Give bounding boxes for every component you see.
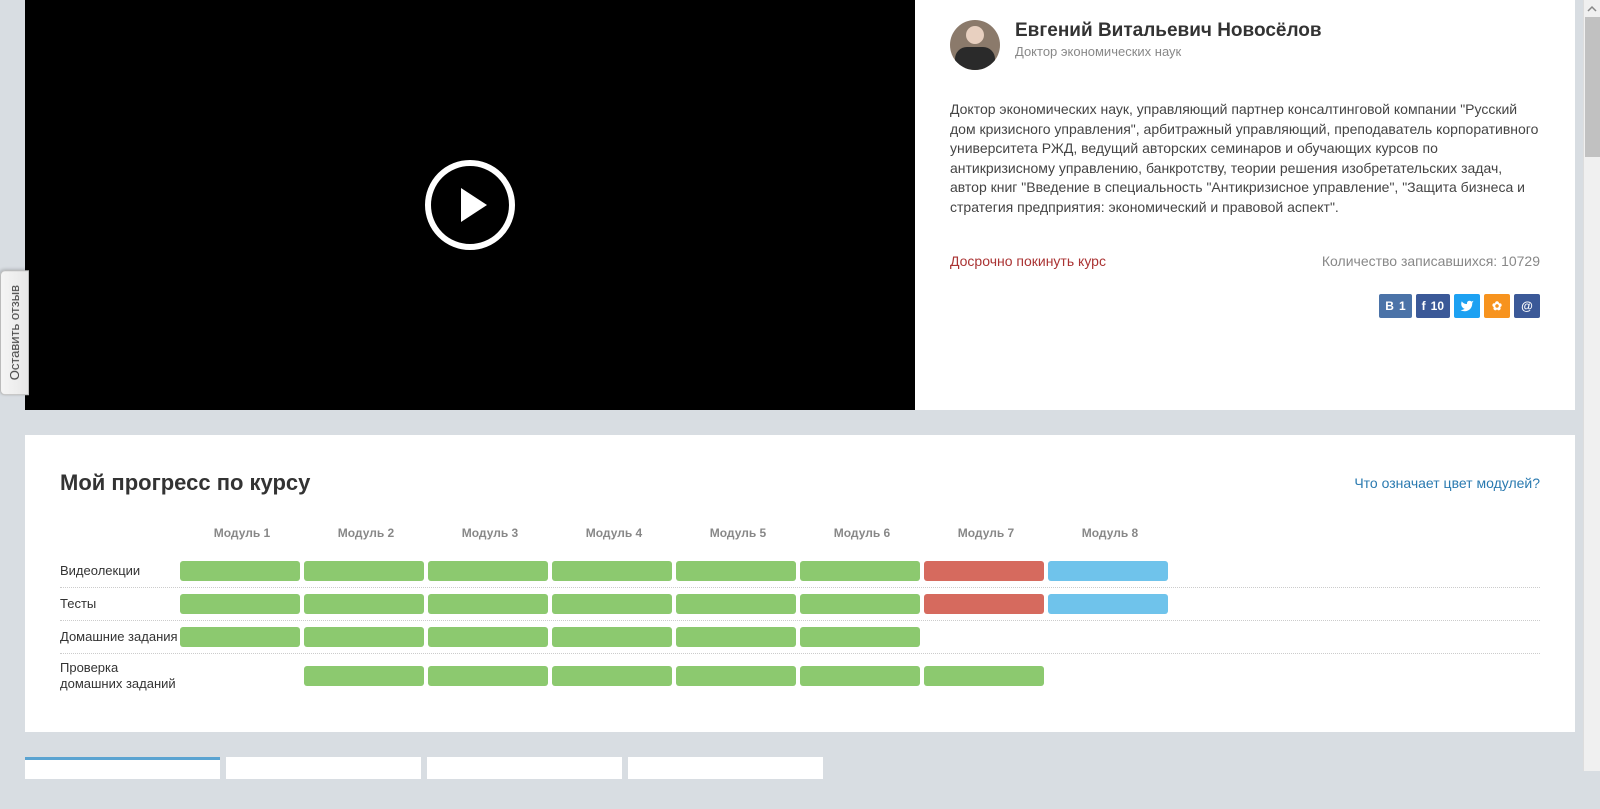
facebook-icon: f [1422,299,1426,313]
feedback-tab[interactable]: Оставить отзыв [0,270,29,395]
course-meta-row: Досрочно покинуть курс Количество записа… [950,253,1540,269]
social-share-row: В 1 f 10 ✿ @ [950,294,1540,318]
odnoklassniki-icon: ✿ [1492,299,1502,313]
module-header-3: Модуль 3 [428,526,552,540]
progress-bars [180,594,1540,614]
progress-bar-module-2[interactable] [304,594,424,614]
tab-4[interactable] [628,757,823,779]
twitter-icon [1460,299,1474,313]
progress-bar-module-3[interactable] [428,594,548,614]
progress-bar-module-1[interactable] [180,627,300,647]
scroll-thumb[interactable] [1585,17,1600,157]
progress-bar-module-4[interactable] [552,666,672,686]
progress-bar-module-4[interactable] [552,627,672,647]
progress-bar-module-1 [180,666,300,686]
vk-count: 1 [1399,299,1406,313]
progress-bar-module-4[interactable] [552,561,672,581]
share-facebook-button[interactable]: f 10 [1416,294,1450,318]
instructor-avatar [950,20,1000,70]
module-header-4: Модуль 4 [552,526,676,540]
module-headers-row: Модуль 1Модуль 2Модуль 3Модуль 4Модуль 5… [60,526,1540,540]
progress-bar-module-5[interactable] [676,561,796,581]
module-header-7: Модуль 7 [924,526,1048,540]
progress-bar-module-8[interactable] [1048,561,1168,581]
progress-header: Мой прогресс по курсу Что означает цвет … [60,470,1540,496]
instructor-header: Евгений Витальевич Новосёлов Доктор экон… [950,20,1540,70]
vk-icon: В [1385,299,1394,313]
share-twitter-button[interactable] [1454,294,1480,318]
instructor-name: Евгений Витальевич Новосёлов [1015,20,1322,42]
instructor-panel: Евгений Витальевич Новосёлов Доктор экон… [915,0,1575,410]
progress-bar-module-8 [1048,666,1168,686]
course-header-card: Евгений Витальевич Новосёлов Доктор экон… [25,0,1575,410]
play-icon [423,158,517,252]
progress-bar-module-2[interactable] [304,666,424,686]
progress-row: Проверка домашних заданий [60,654,1540,697]
progress-bar-module-7[interactable] [924,666,1044,686]
progress-bar-module-6[interactable] [800,561,920,581]
progress-bar-module-6[interactable] [800,627,920,647]
progress-bars [180,627,1540,647]
chevron-up-icon [1587,4,1597,14]
module-header-1: Модуль 1 [180,526,304,540]
module-header-5: Модуль 5 [676,526,800,540]
page-wrapper: Евгений Витальевич Новосёлов Доктор экон… [25,0,1575,809]
share-mailru-button[interactable]: @ [1514,294,1540,318]
progress-bar-module-6[interactable] [800,594,920,614]
progress-row-label: Проверка домашних заданий [60,660,180,691]
progress-bar-module-4[interactable] [552,594,672,614]
progress-bar-module-3[interactable] [428,561,548,581]
progress-bar-module-8 [1048,627,1168,647]
progress-bar-module-3[interactable] [428,666,548,686]
progress-row-label: Тесты [60,596,180,612]
progress-bar-module-1[interactable] [180,561,300,581]
module-color-help-link[interactable]: Что означает цвет модулей? [1354,475,1540,491]
bottom-tabs [25,757,1575,779]
instructor-title: Доктор экономических наук [1015,44,1322,59]
progress-card: Мой прогресс по курсу Что означает цвет … [25,435,1575,732]
progress-bar-module-8[interactable] [1048,594,1168,614]
progress-row-label: Домашние задания [60,629,180,645]
tab-2[interactable] [226,757,421,779]
module-header-6: Модуль 6 [800,526,924,540]
scroll-up-arrow[interactable] [1584,0,1600,17]
play-button[interactable] [423,158,517,252]
module-header-2: Модуль 2 [304,526,428,540]
progress-table: Модуль 1Модуль 2Модуль 3Модуль 4Модуль 5… [60,526,1540,697]
progress-title: Мой прогресс по курсу [60,470,310,496]
progress-bar-module-7 [924,627,1044,647]
progress-bar-module-2[interactable] [304,627,424,647]
progress-bar-module-5[interactable] [676,666,796,686]
progress-bar-module-5[interactable] [676,594,796,614]
tab-3[interactable] [427,757,622,779]
progress-bar-module-5[interactable] [676,627,796,647]
share-vk-button[interactable]: В 1 [1379,294,1411,318]
share-odnoklassniki-button[interactable]: ✿ [1484,294,1510,318]
fb-count: 10 [1431,299,1444,313]
leave-course-link[interactable]: Досрочно покинуть курс [950,253,1106,269]
progress-row: Домашние задания [60,621,1540,654]
progress-bar-module-7[interactable] [924,561,1044,581]
progress-row: Видеолекции [60,555,1540,588]
mailru-icon: @ [1521,299,1533,313]
progress-row-label: Видеолекции [60,563,180,579]
progress-bar-module-1[interactable] [180,594,300,614]
progress-bar-module-7[interactable] [924,594,1044,614]
module-header-8: Модуль 8 [1048,526,1172,540]
progress-row: Тесты [60,588,1540,621]
enroll-count: Количество записавшихся: 10729 [1322,253,1540,269]
progress-bars [180,561,1540,581]
progress-bars [180,666,1540,686]
instructor-bio: Доктор экономических наук, управляющий п… [950,100,1540,218]
progress-bar-module-6[interactable] [800,666,920,686]
video-player[interactable] [25,0,915,410]
tab-1[interactable] [25,757,220,779]
progress-bar-module-3[interactable] [428,627,548,647]
progress-bar-module-2[interactable] [304,561,424,581]
vertical-scrollbar[interactable] [1583,0,1600,771]
